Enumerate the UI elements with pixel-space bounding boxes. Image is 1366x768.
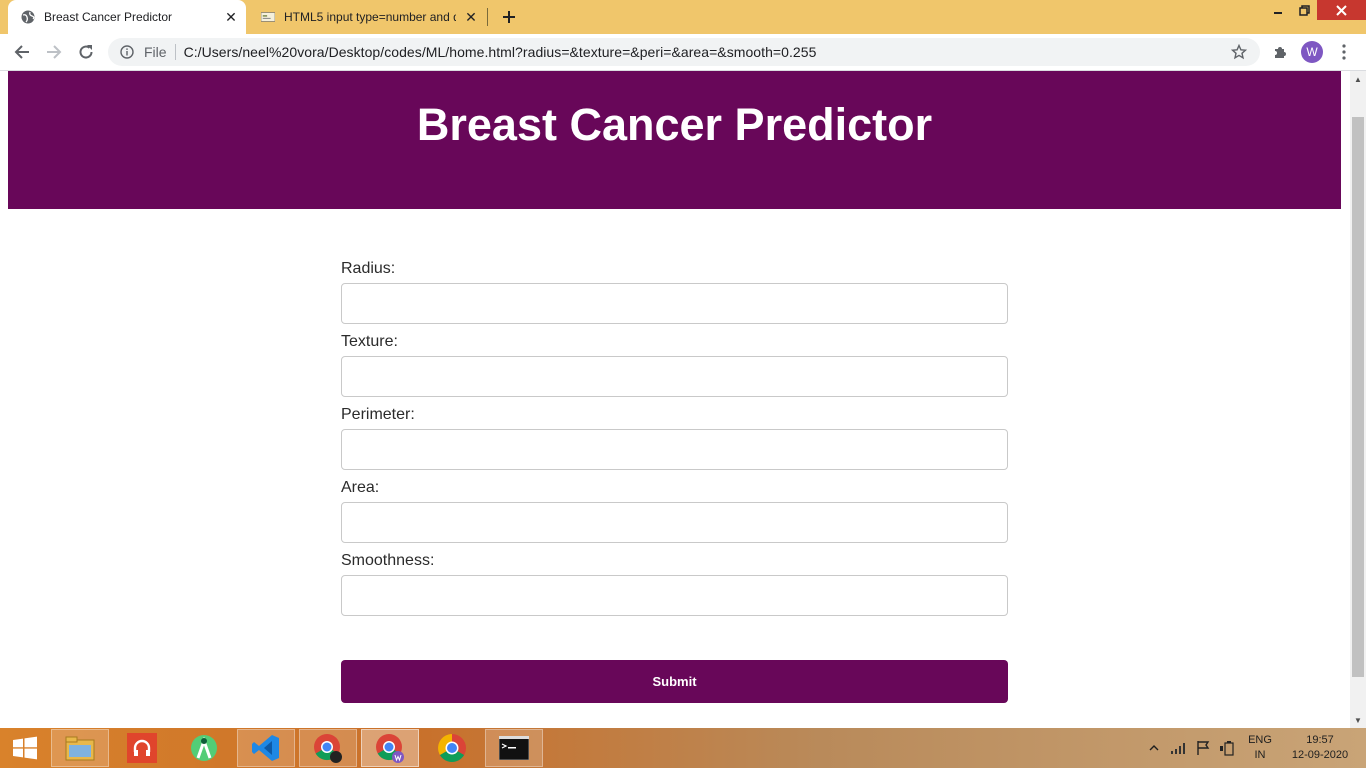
- tab-html5-input[interactable]: HTML5 input type=number and d ✕: [248, 0, 486, 34]
- profile-avatar[interactable]: W: [1301, 41, 1323, 63]
- smoothness-input[interactable]: [341, 575, 1008, 616]
- page-scrollbar[interactable]: ▲ ▼: [1350, 71, 1366, 728]
- windows-taskbar: ENG IN 19:57 12-09-2020: [0, 728, 1366, 768]
- vscode-icon[interactable]: [237, 729, 295, 767]
- scroll-down-icon[interactable]: ▼: [1350, 712, 1366, 728]
- system-clock[interactable]: 19:57 12-09-2020: [1288, 728, 1352, 768]
- perimeter-label: Perimeter:: [341, 406, 415, 423]
- clock-time: 19:57: [1306, 734, 1334, 746]
- tab-separator: [487, 8, 488, 26]
- action-center-flag-icon[interactable]: [1192, 728, 1214, 768]
- tab-close-icon[interactable]: ✕: [222, 8, 240, 26]
- plus-icon[interactable]: [498, 6, 520, 28]
- extensions-icon[interactable]: [1270, 42, 1290, 62]
- globe-icon: [21, 10, 35, 24]
- language-code: ENG: [1248, 734, 1272, 746]
- clock-date: 12-09-2020: [1291, 749, 1349, 761]
- reload-icon[interactable]: [74, 40, 98, 64]
- kebab-menu-icon[interactable]: [1336, 42, 1352, 62]
- smoothness-label: Smoothness:: [341, 552, 435, 569]
- perimeter-input[interactable]: [341, 429, 1008, 470]
- predictor-form: Radius: Texture: Perimeter: Area: Smooth…: [341, 257, 1008, 624]
- minimize-icon[interactable]: [1268, 0, 1288, 20]
- chrome-icon[interactable]: [423, 729, 481, 767]
- back-icon[interactable]: [10, 40, 34, 64]
- area-input[interactable]: [341, 502, 1008, 543]
- radius-label: Radius:: [341, 260, 396, 277]
- show-hidden-icons-icon[interactable]: [1146, 728, 1162, 768]
- tab-title: HTML5 input type=number and d: [284, 10, 456, 24]
- tab-breast-cancer-predictor[interactable]: Breast Cancer Predictor ✕: [8, 0, 246, 34]
- scroll-thumb[interactable]: [1352, 117, 1364, 677]
- radius-input[interactable]: [341, 283, 1008, 324]
- texture-input[interactable]: [341, 356, 1008, 397]
- star-icon[interactable]: [1230, 43, 1248, 61]
- tab-strip: Breast Cancer Predictor ✕ HTML5 input ty…: [0, 0, 1366, 34]
- texture-label: Texture:: [341, 333, 398, 350]
- region-code: IN: [1254, 749, 1266, 761]
- close-window-icon[interactable]: [1317, 0, 1366, 20]
- omnibox-separator: [174, 44, 176, 60]
- page-title: Breast Cancer Predictor: [416, 99, 933, 150]
- info-icon[interactable]: [119, 44, 135, 60]
- music-app-icon[interactable]: [113, 729, 171, 767]
- command-prompt-icon[interactable]: [485, 729, 543, 767]
- windows-start-icon[interactable]: [0, 729, 50, 767]
- restore-icon[interactable]: [1294, 0, 1314, 20]
- address-bar[interactable]: File C:/Users/neel%20vora/Desktop/codes/…: [108, 38, 1260, 66]
- area-label: Area:: [341, 479, 380, 496]
- forward-icon[interactable]: [42, 40, 66, 64]
- chrome-w-profile-icon[interactable]: [361, 729, 419, 767]
- url-text[interactable]: C:/Users/neel%20vora/Desktop/codes/ML/ho…: [184, 44, 1230, 60]
- browser-toolbar: File C:/Users/neel%20vora/Desktop/codes/…: [0, 34, 1366, 71]
- file-explorer-icon[interactable]: [51, 729, 109, 767]
- page-header: Breast Cancer Predictor: [8, 71, 1341, 209]
- power-battery-icon[interactable]: [1216, 728, 1238, 768]
- chrome-profile-icon[interactable]: [299, 729, 357, 767]
- android-studio-icon[interactable]: [175, 729, 233, 767]
- scroll-up-icon[interactable]: ▲: [1350, 71, 1366, 87]
- site-favicon-icon: [261, 10, 275, 24]
- submit-button[interactable]: Submit: [341, 660, 1008, 703]
- scheme-label: File: [144, 44, 167, 60]
- tab-close-icon[interactable]: ✕: [462, 8, 480, 26]
- network-signal-icon[interactable]: [1168, 728, 1190, 768]
- language-indicator[interactable]: ENG IN: [1240, 728, 1280, 768]
- page-viewport: Breast Cancer Predictor Radius: Texture:…: [0, 71, 1350, 728]
- tab-title: Breast Cancer Predictor: [44, 10, 173, 24]
